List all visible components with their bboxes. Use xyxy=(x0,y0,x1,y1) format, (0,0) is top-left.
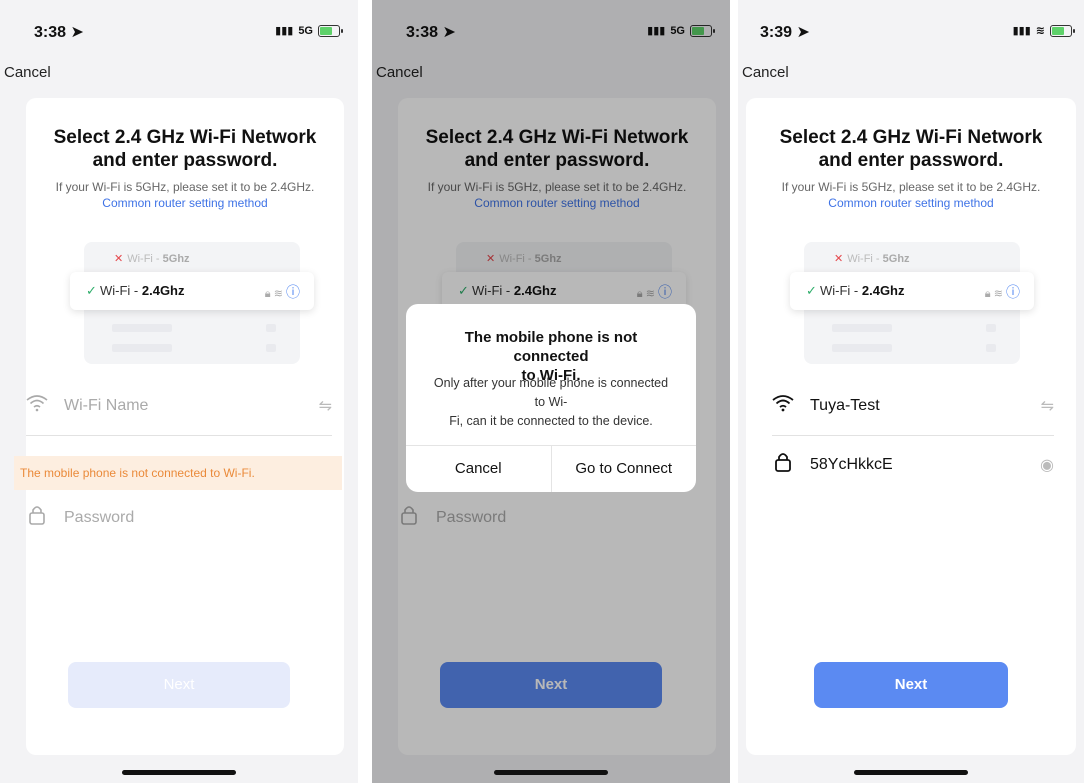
cross-icon: ✕ xyxy=(114,253,124,265)
status-bar: 3:39 ➤ ▮▮▮ ≋ xyxy=(738,0,1084,50)
title-line-2: and enter password. xyxy=(92,150,278,171)
lock-icon: 🔒︎ xyxy=(984,288,991,300)
signal-icon: ▮▮▮ xyxy=(275,25,294,37)
ill-row1-prefix: Wi-Fi - xyxy=(127,253,163,265)
illustration-row-5ghz: ✕ Wi-Fi - 5Ghz xyxy=(114,252,190,265)
ill-placeholder-bar xyxy=(832,344,892,352)
ill-placeholder-bar xyxy=(986,324,996,332)
password-field[interactable]: Password xyxy=(26,498,332,538)
lock-icon xyxy=(772,452,794,478)
home-indicator xyxy=(122,770,236,775)
lock-icon: 🔒︎ xyxy=(264,288,271,300)
ill-placeholder-bar xyxy=(986,344,996,352)
wifi-status-icon: ≋ xyxy=(1035,25,1045,37)
home-indicator xyxy=(494,770,608,775)
subtitle: If your Wi-Fi is 5GHz, please set it to … xyxy=(781,180,1041,194)
alert-cancel-button[interactable]: Cancel xyxy=(406,446,551,492)
status-indicators: ▮▮▮ 5G xyxy=(275,24,343,37)
screen-alert: 3:38 ➤ ▮▮▮ 5G Cancel Select 2.4 GHz Wi-F… xyxy=(372,0,730,783)
not-connected-alert: The mobile phone is not connected to Wi-… xyxy=(406,304,696,492)
password-input[interactable]: 58YcHkkcE xyxy=(810,456,1040,474)
battery-icon xyxy=(1050,24,1075,37)
alert-msg-line-2: to Wi- xyxy=(534,395,568,409)
alert-title-line-1: The mobile phone is not connected xyxy=(464,329,638,365)
subtitle: If your Wi-Fi is 5GHz, please set it to … xyxy=(55,180,315,194)
next-button[interactable]: Next xyxy=(68,662,290,708)
ill-row2-label: Wi-Fi - 2.4Ghz xyxy=(100,283,185,298)
alert-msg-line-3: Fi, can it be connected to the device. xyxy=(449,414,653,428)
ill-row1-prefix: Wi-Fi - xyxy=(847,253,883,265)
screen-no-wifi: 3:38 ➤ ▮▮▮ 5G Cancel Select 2.4 GHz Wi-F… xyxy=(0,0,358,783)
router-setting-link[interactable]: Common router setting method xyxy=(26,196,344,210)
swap-icon[interactable]: ⇋ xyxy=(1041,396,1054,416)
wifi-setup-card: Select 2.4 GHz Wi-Fi Network and enter p… xyxy=(746,98,1076,755)
page-title: Select 2.4 GHz Wi-Fi Network and enter p… xyxy=(746,126,1076,172)
status-indicators: ▮▮▮ ≋ xyxy=(1012,24,1075,37)
info-icon: ⓘ xyxy=(286,284,300,300)
ill-placeholder-bar xyxy=(112,324,172,332)
illustration-row-24ghz: ✓ Wi-Fi - 2.4Ghz 🔒︎ ≋ ⓘ xyxy=(790,272,1034,310)
ill-row2-bold: 2.4Ghz xyxy=(861,283,905,298)
ill-placeholder-bar xyxy=(832,324,892,332)
title-line-2: and enter password. xyxy=(818,150,1004,171)
alert-message: Only after your mobile phone is connecte… xyxy=(426,374,676,431)
status-time: 3:39 ➤ xyxy=(760,24,810,41)
eye-icon[interactable]: ◉ xyxy=(1040,455,1054,475)
status-time: 3:38 ➤ xyxy=(34,24,84,41)
ill-placeholder-bar xyxy=(266,324,276,332)
wifi-icon xyxy=(772,394,794,418)
wifi-name-input[interactable]: Wi-Fi Name xyxy=(64,397,319,415)
ill-placeholder-bar xyxy=(266,344,276,352)
ill-row2-prefix: Wi-Fi - xyxy=(100,283,142,298)
ill-row2-icons: 🔒︎ ≋ ⓘ xyxy=(985,282,1020,302)
alert-actions: Cancel Go to Connect xyxy=(406,445,696,492)
ill-row1-bold: 5Ghz xyxy=(162,253,190,265)
location-arrow-icon: ➤ xyxy=(70,24,84,41)
home-indicator xyxy=(854,770,968,775)
cross-icon: ✕ xyxy=(834,253,844,265)
password-input[interactable]: Password xyxy=(64,509,332,527)
field-divider xyxy=(772,435,1054,436)
signal-icon: ▮▮▮ xyxy=(1012,25,1031,37)
battery-icon xyxy=(318,24,343,37)
wifi-name-field[interactable]: Wi-Fi Name ⇋ xyxy=(26,386,332,426)
ill-row1-bold: 5Ghz xyxy=(882,253,910,265)
ill-row2-label: Wi-Fi - 2.4Ghz xyxy=(820,283,905,298)
cancel-button[interactable]: Cancel xyxy=(742,64,789,81)
wifi-name-field[interactable]: Tuya-Test ⇋ xyxy=(772,386,1054,426)
location-arrow-icon: ➤ xyxy=(796,24,810,41)
network-label: 5G xyxy=(298,24,313,37)
wifi-icon: ≋ xyxy=(993,288,1003,300)
ill-row2-bold: 2.4Ghz xyxy=(141,283,185,298)
title-line-1: Select 2.4 GHz Wi-Fi Network xyxy=(779,127,1043,148)
illustration-row-5ghz: ✕ Wi-Fi - 5Ghz xyxy=(834,252,910,265)
title-line-1: Select 2.4 GHz Wi-Fi Network xyxy=(53,127,317,148)
wifi-icon: ≋ xyxy=(273,288,283,300)
router-setting-link[interactable]: Common router setting method xyxy=(746,196,1076,210)
wifi-setup-card: Select 2.4 GHz Wi-Fi Network and enter p… xyxy=(26,98,344,755)
check-icon: ✓ xyxy=(806,283,817,298)
wifi-icon xyxy=(26,394,48,418)
swap-icon[interactable]: ⇋ xyxy=(319,396,332,416)
status-bar: 3:38 ➤ ▮▮▮ 5G xyxy=(0,0,358,50)
wifi-illustration: ✕ Wi-Fi - 5Ghz ✓ Wi-Fi - 2.4Ghz 🔒︎ ≋ ⓘ xyxy=(70,242,314,364)
wifi-illustration: ✕ Wi-Fi - 5Ghz ✓ Wi-Fi - 2.4Ghz 🔒︎ ≋ ⓘ xyxy=(790,242,1034,364)
go-to-connect-button[interactable]: Go to Connect xyxy=(550,446,697,492)
warning-banner: The mobile phone is not connected to Wi-… xyxy=(14,456,342,490)
lock-icon xyxy=(26,505,48,531)
illustration-row-24ghz: ✓ Wi-Fi - 2.4Ghz 🔒︎ ≋ ⓘ xyxy=(70,272,314,310)
next-button[interactable]: Next xyxy=(814,662,1008,708)
alert-msg-line-1: Only after your mobile phone is connecte… xyxy=(433,376,669,390)
password-field[interactable]: 58YcHkkcE ◉ xyxy=(772,445,1054,485)
screen-connected: 3:39 ➤ ▮▮▮ ≋ Cancel Select 2.4 GHz Wi-Fi… xyxy=(738,0,1084,783)
ill-placeholder-bar xyxy=(112,344,172,352)
ill-row2-icons: 🔒︎ ≋ ⓘ xyxy=(265,282,300,302)
cancel-button[interactable]: Cancel xyxy=(4,64,51,81)
ill-row2-prefix: Wi-Fi - xyxy=(820,283,862,298)
page-title: Select 2.4 GHz Wi-Fi Network and enter p… xyxy=(26,126,344,172)
wifi-name-input[interactable]: Tuya-Test xyxy=(810,397,1041,415)
field-divider xyxy=(26,435,332,436)
check-icon: ✓ xyxy=(86,283,97,298)
info-icon: ⓘ xyxy=(1006,284,1020,300)
